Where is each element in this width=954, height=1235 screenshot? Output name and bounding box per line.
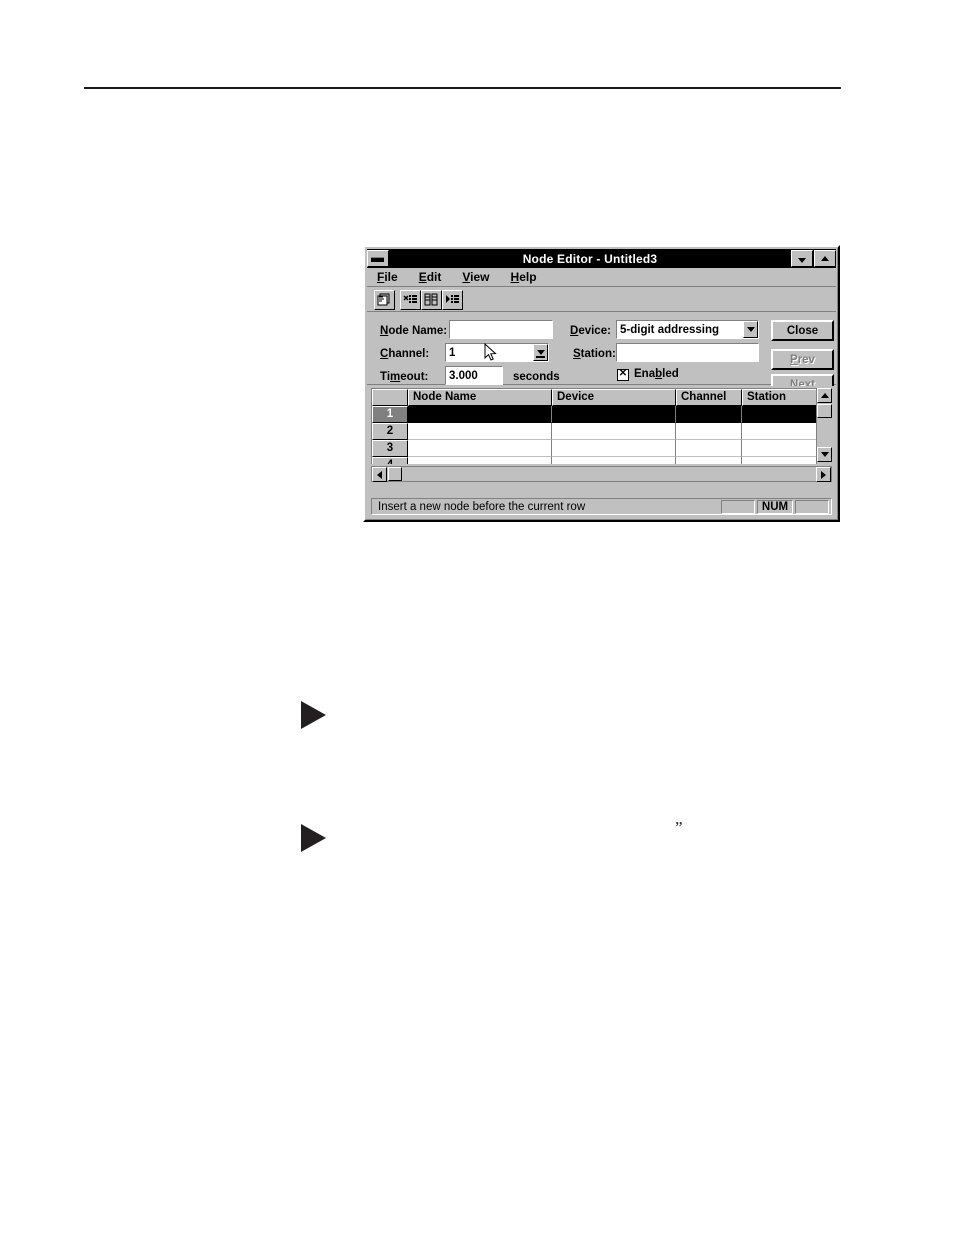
copy-node-icon [377,293,390,305]
grid-vertical-scrollbar[interactable] [816,388,832,464]
close-button-label: Close [786,324,819,337]
row-header[interactable]: 4 [372,457,408,464]
chevron-down-icon[interactable] [533,344,548,361]
bullet-triangle-marker-1 [301,701,326,729]
node-name-input[interactable] [449,320,553,339]
enabled-label: Enabled [634,368,679,380]
status-message: Insert a new node before the current row [378,500,586,513]
cell-device[interactable] [552,406,676,423]
arrow-left-icon [377,471,382,479]
arrow-up-icon [821,393,829,398]
status-pane-num: NUM [757,499,793,514]
bullet-triangle-marker-2 [301,824,326,852]
scroll-up-button[interactable] [817,388,832,403]
timeout-label: Timeout: [380,371,429,383]
system-menu-icon[interactable] [367,250,389,267]
title-bar-buttons [791,250,836,267]
row-header[interactable]: 1 [372,406,408,423]
grid-corner-cell[interactable] [372,389,408,406]
scroll-down-button[interactable] [817,447,832,462]
station-label: Station: [573,348,616,360]
grid-header-row: Node Name Device Channel Station [372,389,832,406]
grid-horizontal-scrollbar[interactable] [371,466,832,482]
vertical-scroll-thumb[interactable] [817,404,832,418]
prev-button[interactable]: Prev [771,349,834,370]
closing-quote-mark: ” [675,818,684,837]
device-value[interactable]: 5-digit addressing [616,320,759,339]
cell-channel[interactable] [676,457,742,464]
title-bar: Node Editor - Untitled3 [367,249,836,268]
row-header[interactable]: 3 [372,440,408,457]
device-label: Device: [570,325,611,337]
cell-device[interactable] [552,423,676,440]
node-name-label: Node Name: [380,325,448,337]
status-bar: Insert a new node before the current row… [371,498,832,515]
close-button[interactable]: Close [771,320,834,341]
channel-label: Channel: [380,348,430,360]
column-header-channel[interactable]: Channel [676,389,742,406]
cell-channel[interactable] [676,406,742,423]
chevron-down-icon [798,258,806,263]
table-row[interactable]: 4 [372,457,832,464]
node-grid[interactable]: Node Name Device Channel Station 1 2 3 [371,388,832,464]
status-pane-1 [721,499,755,514]
scroll-right-button[interactable] [816,467,831,482]
insert-node-icon [446,293,459,304]
table-row[interactable]: 1 [372,406,832,423]
duplicate-node-icon [424,293,438,305]
status-pane-3 [795,499,829,514]
table-row[interactable]: 3 [372,440,832,457]
toolbar [367,288,836,312]
window-title: Node Editor - Untitled3 [522,251,658,266]
maximize-button[interactable] [814,250,836,267]
scroll-left-button[interactable] [372,467,387,482]
delete-node-button[interactable] [400,289,421,310]
minimize-button[interactable] [791,250,813,267]
row-header[interactable]: 2 [372,423,408,440]
cell-channel[interactable] [676,440,742,457]
duplicate-node-button[interactable] [421,289,442,310]
menu-bar: File Edit View Help [367,268,836,287]
node-editor-window: Node Editor - Untitled3 File Edit View H… [363,245,840,522]
chevron-up-icon [821,256,829,261]
timeout-input[interactable]: 3.000 [445,366,503,385]
station-input[interactable] [616,343,759,362]
channel-combobox[interactable]: 1 [445,343,549,362]
device-combobox[interactable]: 5-digit addressing [616,320,759,339]
menu-item-edit[interactable]: Edit [419,270,442,284]
arrow-down-icon [821,452,829,457]
checkbox-mark: ✕ [618,367,628,379]
menu-item-help[interactable]: Help [511,270,537,284]
enabled-checkbox[interactable]: ✕ [617,367,629,381]
cell-node-name[interactable] [408,406,552,423]
cell-device[interactable] [552,440,676,457]
node-properties-panel: Node Name: Channel: 1 Timeout: 3.000 sec… [367,313,836,395]
delete-node-icon [403,293,417,304]
table-row[interactable]: 2 [372,423,832,440]
arrow-right-icon [821,471,826,479]
chevron-down-icon[interactable] [743,321,758,338]
menu-item-view[interactable]: View [462,270,489,284]
timeout-units-label: seconds [513,371,560,383]
prev-button-label: Prev [790,353,815,366]
node-list-panel: Node Name Device Channel Station 1 2 3 I… [367,386,836,518]
column-header-device[interactable]: Device [552,389,676,406]
column-header-node-name[interactable]: Node Name [408,389,552,406]
menu-item-file[interactable]: File [377,270,398,284]
page-header-rule [84,87,841,89]
insert-node-button[interactable] [442,289,463,310]
horizontal-scroll-thumb[interactable] [388,467,402,481]
cell-node-name[interactable] [408,457,552,464]
cell-channel[interactable] [676,423,742,440]
cell-node-name[interactable] [408,440,552,457]
copy-node-button[interactable] [374,289,395,310]
enabled-checkbox-row[interactable]: ✕ Enabled [617,368,679,381]
cell-node-name[interactable] [408,423,552,440]
cell-device[interactable] [552,457,676,464]
